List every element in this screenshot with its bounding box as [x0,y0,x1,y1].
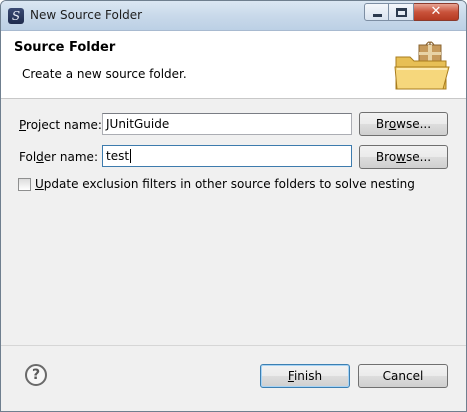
new-source-folder-dialog: S New Source Folder ✕ Source Folder Crea… [0,0,467,412]
banner-description: Create a new source folder. [22,67,187,81]
help-icon[interactable]: ? [25,364,47,386]
window-title: New Source Folder [30,8,143,22]
text-caret [130,149,132,163]
folder-name-label: Folder name: [19,150,98,164]
source-folder-wizard-icon [394,41,450,90]
folder-name-input[interactable]: test [102,145,352,167]
title-bar[interactable]: S New Source Folder ✕ [1,1,466,31]
cancel-button[interactable]: Cancel [358,364,448,388]
wizard-banner: Source Folder Create a new source folder… [1,31,466,99]
maximize-icon [396,8,407,17]
project-name-label: Project name: [19,118,102,132]
update-exclusion-filters-checkbox[interactable] [18,178,31,191]
project-name-input[interactable]: JUnitGuide [102,113,352,135]
close-button[interactable]: ✕ [414,3,459,21]
banner-title: Source Folder [14,40,116,55]
update-exclusion-filters-label[interactable]: Update exclusion filters in other source… [35,177,415,191]
browse-project-button[interactable]: Browse... [359,112,448,136]
browse-folder-button[interactable]: Browse... [359,145,448,169]
maximize-button[interactable] [389,3,414,21]
eclipse-app-icon: S [8,8,24,24]
minimize-icon [373,14,382,17]
footer-separator [1,345,466,346]
close-icon: ✕ [430,4,442,19]
finish-button[interactable]: Finish [260,364,350,388]
minimize-button[interactable] [364,3,389,21]
